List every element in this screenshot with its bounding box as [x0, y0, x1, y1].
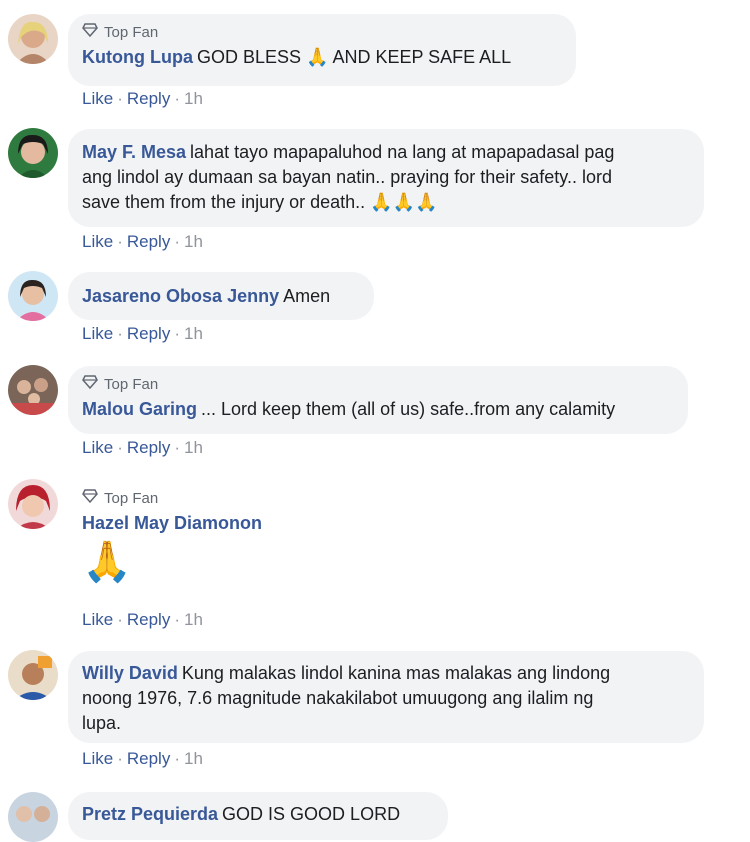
comment-text: GOD IS GOOD LORD — [222, 804, 401, 824]
timestamp[interactable]: 1h — [184, 232, 203, 251]
comment-text: noong 1976, 7.6 magnitude nakakilabot um… — [82, 688, 594, 708]
badge-label: Top Fan — [104, 375, 159, 393]
top-fan-badge: Top Fan — [82, 23, 562, 42]
avatar[interactable] — [8, 479, 58, 529]
commenter-name[interactable]: Hazel May Diamonon — [82, 513, 262, 533]
avatar-image — [8, 14, 58, 64]
separator: · — [174, 324, 180, 343]
diamond-icon — [82, 375, 98, 394]
commenter-name[interactable]: Malou Garing — [82, 399, 197, 419]
like-link[interactable]: Like — [82, 232, 113, 251]
comment-text: ... Lord keep them (all of us) safe..fro… — [201, 399, 616, 419]
separator: · — [174, 232, 180, 251]
avatar-image — [8, 650, 58, 700]
avatar[interactable] — [8, 365, 58, 415]
separator: · — [117, 324, 123, 343]
comment-text: lahat tayo mapapaluhod na lang at mapapa… — [190, 142, 615, 162]
avatar-image — [8, 479, 58, 529]
like-link[interactable]: Like — [82, 610, 113, 629]
separator: · — [117, 89, 123, 108]
commenter-name[interactable]: Jasareno Obosa Jenny — [82, 286, 279, 306]
separator: · — [117, 610, 123, 629]
reply-link[interactable]: Reply — [127, 232, 170, 251]
separator: · — [174, 610, 180, 629]
comment-bubble: Jasareno Obosa Jenny Amen — [68, 272, 374, 320]
comment-bubble: May F. Mesa lahat tayo mapapaluhod na lan… — [68, 129, 704, 227]
like-link[interactable]: Like — [82, 324, 113, 343]
reply-link[interactable]: Reply — [127, 324, 170, 343]
top-fan-badge: Top Fan — [82, 489, 280, 508]
timestamp[interactable]: 1h — [184, 89, 203, 108]
comment-bubble: Pretz Pequierda GOD IS GOOD LORD — [68, 792, 448, 840]
diamond-icon — [82, 23, 98, 42]
commenter-name[interactable]: Willy David — [82, 663, 178, 683]
avatar-image — [8, 128, 58, 178]
avatar-image — [8, 365, 58, 415]
comment-text: lupa. — [82, 713, 122, 733]
avatar-image — [8, 792, 58, 842]
timestamp[interactable]: 1h — [184, 749, 203, 768]
separator: · — [174, 438, 180, 457]
like-link[interactable]: Like — [82, 89, 113, 108]
avatar-image — [8, 271, 58, 321]
comment-actions: Like · Reply · 1h — [82, 610, 203, 630]
top-fan-badge: Top Fan — [82, 375, 674, 394]
separator: · — [117, 438, 123, 457]
comment-bubble: Willy David Kung malakas lindol kanina ma… — [68, 651, 704, 743]
separator: · — [174, 89, 180, 108]
timestamp[interactable]: 1h — [184, 610, 203, 629]
commenter-name[interactable]: May F. Mesa — [82, 142, 186, 162]
praying-hands-emoji: 🙏 — [82, 540, 132, 584]
comment-actions: Like · Reply · 1h — [82, 232, 203, 252]
comment-actions: Like · Reply · 1h — [82, 438, 203, 458]
comment-actions: Like · Reply · 1h — [82, 749, 203, 769]
commenter-name[interactable]: Kutong Lupa — [82, 47, 193, 67]
separator: · — [117, 232, 123, 251]
separator: · — [174, 749, 180, 768]
comment-text: Amen — [283, 286, 331, 306]
commenter-name[interactable]: Pretz Pequierda — [82, 804, 218, 824]
avatar[interactable] — [8, 14, 58, 64]
comment-actions: Like · Reply · 1h — [82, 324, 203, 344]
comment-text: Kung malakas lindol kanina mas malakas a… — [181, 663, 611, 683]
timestamp[interactable]: 1h — [184, 324, 203, 343]
reply-link[interactable]: Reply — [127, 89, 170, 108]
diamond-icon — [82, 489, 98, 508]
timestamp[interactable]: 1h — [184, 438, 203, 457]
like-link[interactable]: Like — [82, 749, 113, 768]
avatar[interactable] — [8, 271, 58, 321]
separator: · — [117, 749, 123, 768]
avatar[interactable] — [8, 792, 58, 842]
comment-bubble: Top Fan Hazel May Diamonon 🙏 — [68, 480, 294, 598]
avatar[interactable] — [8, 650, 58, 700]
like-link[interactable]: Like — [82, 438, 113, 457]
comment-text: GOD BLESS 🙏 AND KEEP SAFE ALL — [196, 47, 512, 67]
comment-actions: Like · Reply · 1h — [82, 89, 203, 109]
comment-bubble: Top Fan Malou Garing... Lord keep them (… — [68, 366, 688, 434]
comment-text: ang lindol ay dumaan sa bayan natin.. pr… — [82, 167, 612, 187]
reply-link[interactable]: Reply — [127, 749, 170, 768]
badge-label: Top Fan — [104, 23, 159, 41]
badge-label: Top Fan — [104, 489, 159, 507]
reply-link[interactable]: Reply — [127, 438, 170, 457]
comment-bubble: Top Fan Kutong Lupa GOD BLESS 🙏 AND KEEP … — [68, 14, 576, 86]
comment-text: save them from the injury or death.. 🙏🙏🙏 — [82, 192, 438, 212]
avatar[interactable] — [8, 128, 58, 178]
reply-link[interactable]: Reply — [127, 610, 170, 629]
